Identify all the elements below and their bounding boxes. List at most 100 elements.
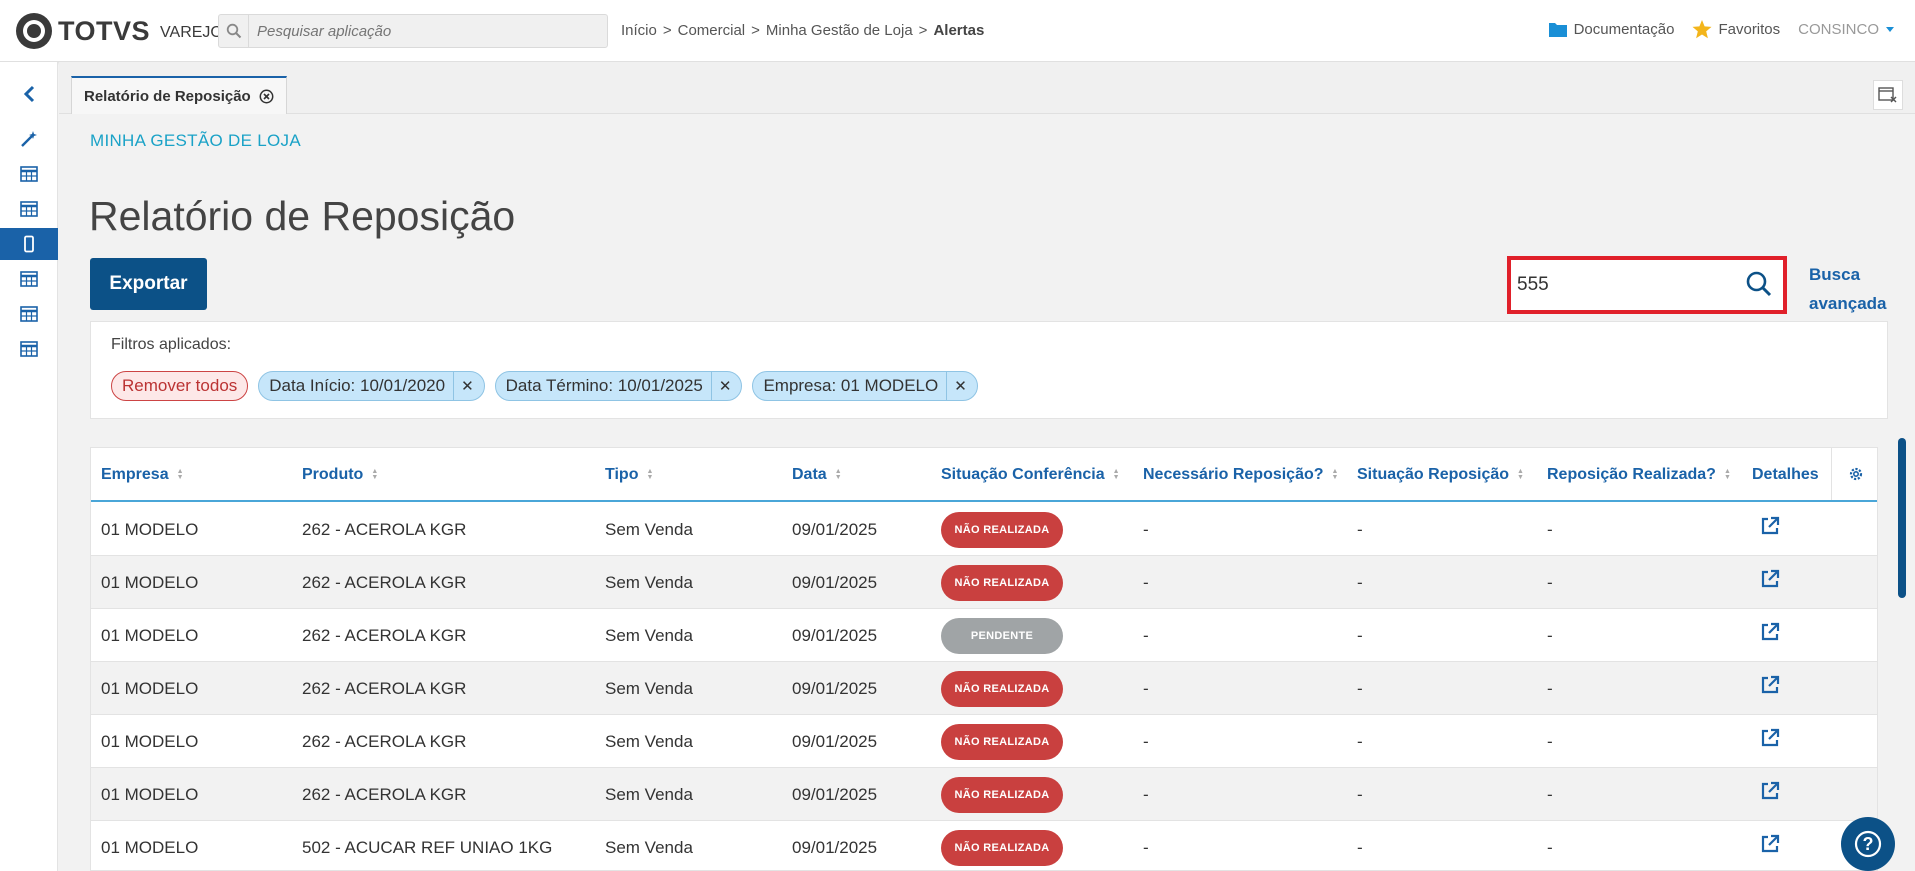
star-icon [1692, 20, 1712, 39]
external-link-icon[interactable] [1759, 727, 1781, 754]
table-row: 01 MODELO 262 - ACEROLA KGR Sem Venda 09/01… [91, 662, 1877, 715]
sort-icon: ▲ ▼ [371, 468, 379, 481]
close-all-tabs-button[interactable] [1873, 80, 1903, 110]
sort-icon: ▲ ▼ [834, 468, 842, 481]
remove-filter-icon[interactable]: ✕ [453, 372, 474, 400]
column-label: Detalhes [1752, 466, 1819, 483]
breadcrumb-separator: > [662, 22, 672, 39]
search-icon[interactable] [219, 15, 249, 47]
cell-reposicao-realizada: - [1547, 679, 1553, 698]
status-badge: NÃO REALIZADA [941, 512, 1063, 548]
collapse-sidebar-button[interactable] [0, 78, 58, 110]
report-search [1507, 256, 1787, 314]
documentation-link[interactable]: Documentação [1548, 21, 1675, 38]
cell-produto: 262 - ACEROLA KGR [302, 573, 467, 592]
table-icon [20, 341, 38, 357]
help-button[interactable]: ? [1841, 817, 1895, 871]
table-settings-button[interactable] [1831, 448, 1877, 500]
applied-filters-panel: Filtros aplicados: Remover todos Data In… [90, 321, 1888, 419]
folder-icon [1548, 23, 1567, 37]
cell-reposicao-realizada: - [1547, 520, 1553, 539]
cell-reposicao-realizada: - [1547, 785, 1553, 804]
table-icon [20, 306, 38, 322]
tab-relatorio-reposicao[interactable]: Relatório de Reposição [71, 76, 287, 114]
external-link-icon[interactable] [1759, 621, 1781, 648]
cell-produto: 262 - ACEROLA KGR [302, 626, 467, 645]
cell-necessario-reposicao: - [1143, 626, 1149, 645]
remove-all-filters-button[interactable]: Remover todos [111, 371, 249, 401]
app-search-input[interactable] [249, 22, 589, 40]
sidebar-item-table-2[interactable] [0, 193, 58, 225]
favorites-link[interactable]: Favoritos [1692, 20, 1780, 39]
column-header-produto[interactable]: Produto ▲ ▼ [302, 466, 378, 484]
filter-chips: Remover todos Data Início: 10/01/2020 ✕ … [111, 371, 978, 401]
sidebar-item-table-1[interactable] [0, 158, 58, 190]
page-title: Relatório de Reposição [89, 193, 516, 239]
sidebar-item-table-5[interactable] [0, 333, 58, 365]
column-label: Tipo [605, 466, 639, 483]
cell-situacao-reposicao: - [1357, 626, 1363, 645]
status-badge: NÃO REALIZADA [941, 830, 1063, 866]
cell-empresa: 01 MODELO [101, 520, 199, 539]
status-badge: NÃO REALIZADA [941, 724, 1063, 760]
breadcrumb-item-inicio[interactable]: Início [621, 22, 657, 39]
column-label: Reposição Realizada? [1547, 466, 1716, 483]
sort-icon: ▲ ▼ [1331, 468, 1339, 481]
breadcrumb-item-comercial[interactable]: Comercial [678, 22, 746, 39]
cell-empresa: 01 MODELO [101, 732, 199, 751]
column-header-reposicao-realizada[interactable]: Reposição Realizada? ▲ ▼ [1547, 466, 1731, 484]
sidebar-item-mobile[interactable] [0, 228, 58, 260]
column-header-situacao-reposicao[interactable]: Situação Reposição ▲ ▼ [1357, 466, 1524, 484]
close-tab-icon[interactable] [259, 89, 274, 104]
cell-necessario-reposicao: - [1143, 838, 1149, 857]
close-tabs-icon [1878, 87, 1897, 103]
advanced-search-link[interactable]: Busca avançada [1809, 260, 1887, 318]
remove-filter-icon[interactable]: ✕ [946, 372, 967, 400]
column-label: Situação Conferência [941, 466, 1105, 483]
user-menu[interactable]: CONSINCO [1798, 21, 1895, 38]
table-header: Empresa ▲ ▼ Produto ▲ ▼ Tipo ▲ ▼ Data ▲ ▼ Situaç… [91, 448, 1877, 502]
cell-data: 09/01/2025 [792, 785, 878, 804]
sidebar-item-tools[interactable] [0, 123, 58, 155]
filter-chip-label: Data Início: 10/01/2020 [269, 376, 446, 395]
sidebar-item-table-4[interactable] [0, 298, 58, 330]
report-search-input[interactable] [1511, 274, 1741, 296]
external-link-icon[interactable] [1759, 833, 1781, 860]
external-link-icon[interactable] [1759, 568, 1781, 595]
external-link-icon[interactable] [1759, 515, 1781, 542]
cell-tipo: Sem Venda [605, 785, 693, 804]
breadcrumb-item-gestao[interactable]: Minha Gestão de Loja [766, 22, 913, 39]
documentation-label: Documentação [1573, 21, 1675, 38]
cell-necessario-reposicao: - [1143, 520, 1149, 539]
remove-filter-icon[interactable]: ✕ [710, 372, 731, 400]
left-sidebar [0, 62, 58, 871]
status-badge: NÃO REALIZADA [941, 565, 1063, 601]
scrollbar[interactable] [1898, 438, 1906, 598]
cell-data: 09/01/2025 [792, 573, 878, 592]
external-link-icon[interactable] [1759, 780, 1781, 807]
search-icon[interactable] [1745, 270, 1773, 298]
filters-title: Filtros aplicados: [111, 336, 232, 353]
column-header-data[interactable]: Data ▲ ▼ [792, 466, 842, 484]
app-search [218, 14, 608, 48]
sidebar-item-table-3[interactable] [0, 263, 58, 295]
column-header-necessario-reposicao[interactable]: Necessário Reposição? ▲ ▼ [1143, 466, 1338, 484]
table-icon [20, 201, 38, 217]
cell-reposicao-realizada: - [1547, 573, 1553, 592]
column-header-situacao-conferencia[interactable]: Situação Conferência ▲ ▼ [941, 466, 1120, 484]
column-header-empresa[interactable]: Empresa ▲ ▼ [101, 466, 184, 484]
top-header: TOTVS VAREJO Início > Comercial > Minha … [0, 0, 1915, 62]
svg-text:?: ? [1863, 834, 1874, 854]
header-actions: Documentação Favoritos CONSINCO [1548, 20, 1895, 39]
export-button[interactable]: Exportar [90, 258, 207, 310]
cell-empresa: 01 MODELO [101, 626, 199, 645]
external-link-icon[interactable] [1759, 674, 1781, 701]
cell-necessario-reposicao: - [1143, 732, 1149, 751]
column-label: Situação Reposição [1357, 466, 1510, 483]
logo-subtext: VAREJO [160, 24, 223, 41]
column-label: Data [792, 466, 827, 483]
column-header-tipo[interactable]: Tipo ▲ ▼ [605, 466, 653, 484]
table-row: 01 MODELO 502 - ACUCAR REF UNIAO 1KG Sem V… [91, 821, 1877, 870]
totvs-logo[interactable]: TOTVS VAREJO [16, 13, 223, 49]
section-label[interactable]: MINHA GESTÃO DE LOJA [90, 131, 301, 151]
